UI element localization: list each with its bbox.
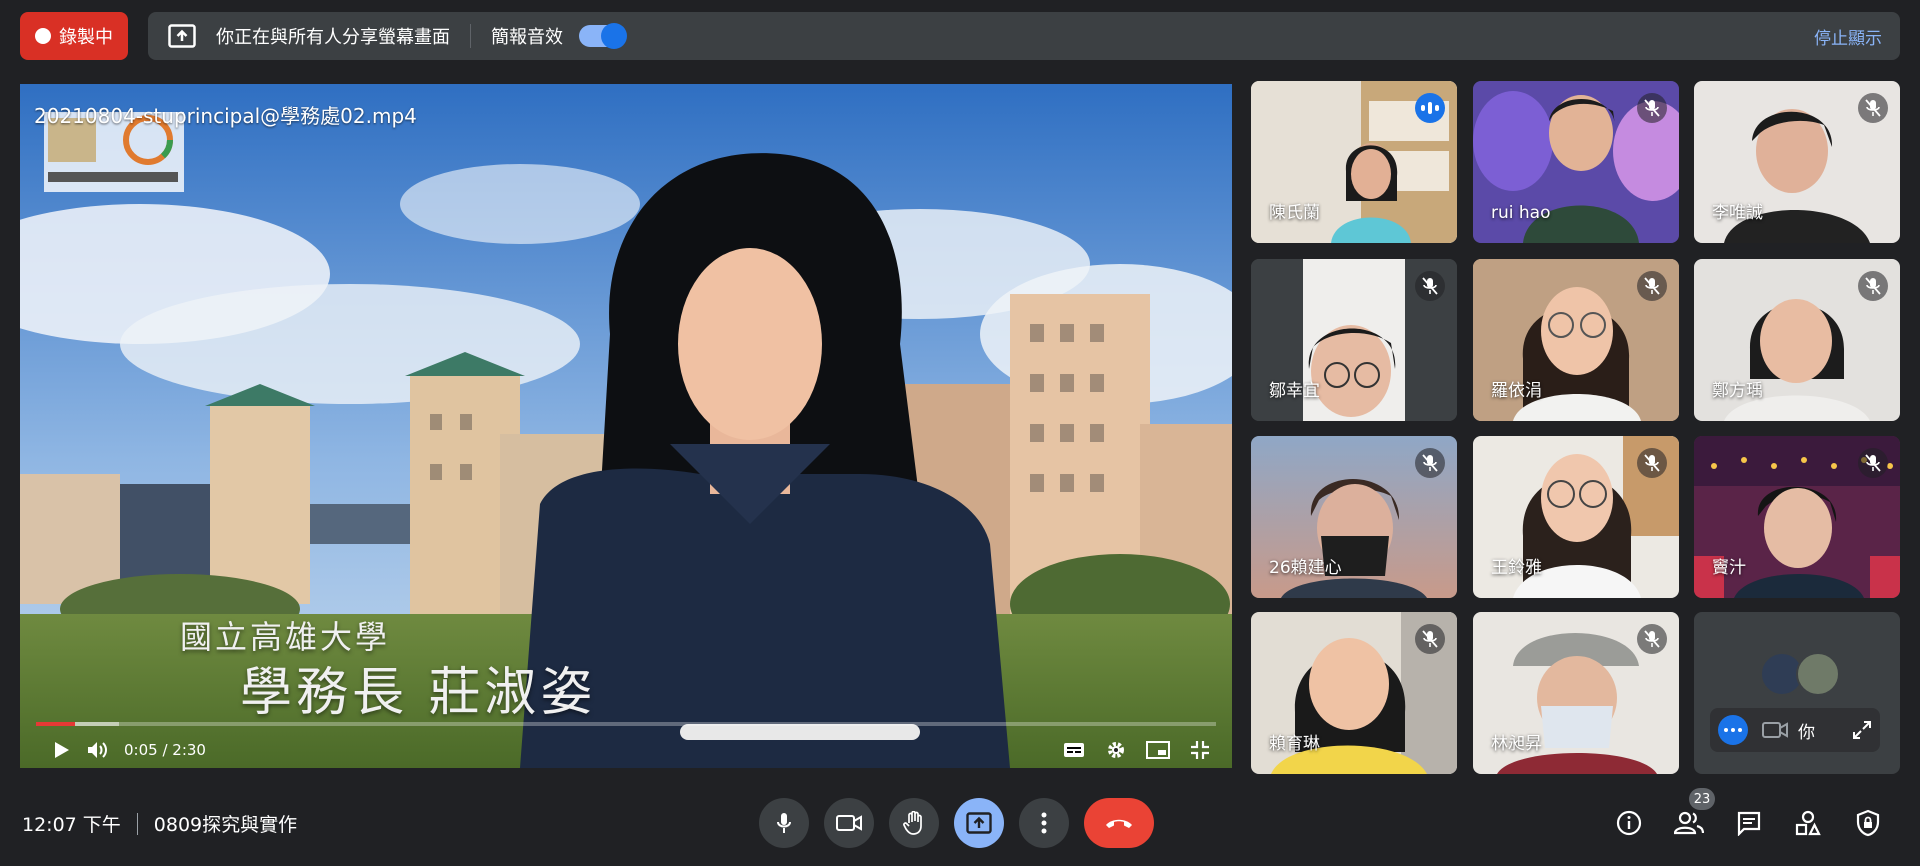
participant-name: 竇汁 <box>1712 558 1746 578</box>
shield-lock-icon <box>1856 809 1880 837</box>
participant-name: 賴育琳 <box>1269 734 1320 754</box>
volume-icon[interactable] <box>80 732 116 768</box>
hand-icon <box>903 811 922 835</box>
more-options-button[interactable] <box>1019 798 1069 848</box>
participant-name: 鄒幸宜 <box>1269 381 1320 401</box>
host-controls-button[interactable] <box>1848 803 1888 843</box>
mic-muted-icon <box>1637 271 1667 301</box>
video-time: 0:05 / 2:30 <box>124 741 206 759</box>
leave-call-button[interactable] <box>1084 798 1154 848</box>
microphone-button[interactable] <box>759 798 809 848</box>
participant-tile[interactable]: 26賴建心 <box>1251 436 1457 598</box>
present-now-button[interactable] <box>954 798 1004 848</box>
more-options-icon[interactable] <box>1718 715 1748 745</box>
speaking-indicator-icon <box>1415 93 1445 123</box>
mic-muted-icon <box>1415 271 1445 301</box>
participant-tile[interactable]: 林昶昇 <box>1473 612 1679 774</box>
expand-icon[interactable] <box>1852 720 1872 740</box>
video-progress-bar[interactable] <box>36 722 1216 726</box>
participant-name: 26賴建心 <box>1269 558 1342 578</box>
camera-icon[interactable] <box>1762 721 1788 739</box>
play-icon[interactable] <box>44 732 80 768</box>
divider <box>136 812 138 835</box>
mic-muted-icon <box>1637 448 1667 478</box>
microphone-icon <box>777 813 791 833</box>
raise-hand-button[interactable] <box>889 798 939 848</box>
chat-button[interactable] <box>1729 803 1769 843</box>
mic-muted-icon <box>1637 624 1667 654</box>
meeting-info: 12:07 下午 0809探究與實作 <box>22 810 297 837</box>
recording-badge[interactable]: 錄製中 <box>20 12 128 60</box>
camera-button[interactable] <box>824 798 874 848</box>
stop-presenting-button[interactable]: 停止顯示 <box>1814 24 1882 49</box>
video-camera-icon <box>836 815 862 831</box>
present-screen-icon <box>966 812 992 834</box>
hang-up-icon <box>1106 819 1132 828</box>
mic-muted-icon <box>1415 624 1445 654</box>
avatar-group <box>1760 652 1840 696</box>
video-filename: 20210804-stuprincipal@學務處02.mp4 <box>34 104 417 128</box>
mic-muted-icon <box>1858 271 1888 301</box>
presentation-audio-label: 簡報音效 <box>491 27 563 48</box>
subtitles-icon[interactable] <box>1056 732 1092 768</box>
participant-name: 王鈴雅 <box>1491 558 1542 578</box>
sharing-status-text: 你正在與所有人分享螢幕畫面 <box>216 27 450 48</box>
settings-gear-icon[interactable] <box>1098 732 1134 768</box>
avatar <box>1796 652 1840 696</box>
meeting-time: 12:07 下午 <box>22 814 121 836</box>
info-icon <box>1616 810 1642 836</box>
video-caption-speaker: 學務長 莊淑姿 <box>240 663 597 723</box>
participant-tile[interactable]: 鄒幸宜 <box>1251 259 1457 421</box>
miniplayer-icon[interactable] <box>1140 732 1176 768</box>
participant-name: rui hao <box>1491 203 1551 223</box>
people-icon <box>1674 811 1704 835</box>
participant-name: 羅依涓 <box>1491 381 1542 401</box>
self-view-controls: 你 <box>1710 708 1880 752</box>
toggle-knob <box>601 23 627 49</box>
participant-count-badge: 23 <box>1689 788 1715 810</box>
meeting-name: 0809探究與實作 <box>153 814 298 836</box>
shared-video-player[interactable]: 20210804-stuprincipal@學務處02.mp4 國立高雄大學 學… <box>20 84 1232 768</box>
participant-name: 鄭方瑀 <box>1712 381 1763 401</box>
presentation-audio-toggle[interactable] <box>579 23 627 49</box>
divider <box>470 24 471 48</box>
player-controls: 0:05 / 2:30 <box>20 732 1232 768</box>
participant-tile[interactable]: 羅依涓 <box>1473 259 1679 421</box>
participant-tile[interactable]: 鄭方瑀 <box>1694 259 1900 421</box>
mic-muted-icon <box>1637 93 1667 123</box>
recording-label: 錄製中 <box>59 27 113 48</box>
participant-name: 陳氏蘭 <box>1269 203 1320 223</box>
mic-muted-icon <box>1858 448 1888 478</box>
present-screen-icon <box>168 24 196 48</box>
participant-tile[interactable]: 李唯誠 <box>1694 81 1900 243</box>
participant-tile[interactable]: rui hao <box>1473 81 1679 243</box>
participant-name: 林昶昇 <box>1491 734 1542 754</box>
mic-muted-icon <box>1858 93 1888 123</box>
self-view-tile[interactable]: 你 <box>1694 612 1900 774</box>
exit-fullscreen-icon[interactable] <box>1182 732 1218 768</box>
participant-tile[interactable]: 王鈴雅 <box>1473 436 1679 598</box>
chat-icon <box>1737 811 1761 836</box>
participant-tile[interactable]: 陳氏蘭 <box>1251 81 1457 243</box>
participant-name: 李唯誠 <box>1712 203 1763 223</box>
more-vert-icon <box>1041 812 1047 834</box>
video-progress-fill <box>36 722 75 726</box>
mic-muted-icon <box>1415 448 1445 478</box>
screen-share-banner: 你正在與所有人分享螢幕畫面 簡報音效 停止顯示 <box>148 12 1900 60</box>
activities-button[interactable] <box>1788 803 1828 843</box>
self-label: 你 <box>1798 722 1815 743</box>
record-dot-icon <box>35 28 51 44</box>
shapes-icon <box>1795 810 1821 836</box>
video-frame-image <box>20 84 1232 768</box>
participant-tile[interactable]: 賴育琳 <box>1251 612 1457 774</box>
participant-tile[interactable]: 竇汁 <box>1694 436 1900 598</box>
meeting-details-button[interactable] <box>1609 803 1649 843</box>
